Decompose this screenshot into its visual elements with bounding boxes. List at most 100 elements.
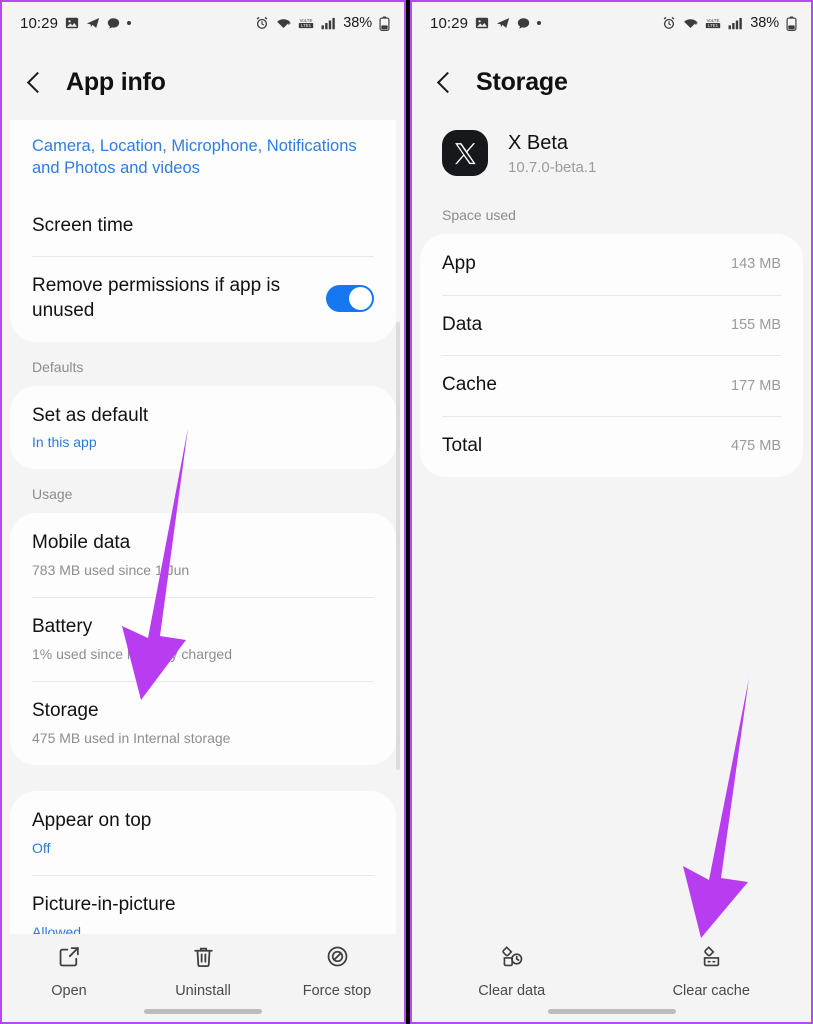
left-header: App info	[2, 44, 404, 120]
right-scroll-body: X Beta 10.7.0-beta.1 Space used App 143 …	[412, 120, 811, 1022]
signal-icon	[321, 17, 336, 30]
space-used-card: App 143 MB Data 155 MB Cache 177 MB Tota…	[420, 234, 803, 477]
nav-pill	[547, 1009, 676, 1014]
volte-icon: VoLTE LTE1	[298, 16, 314, 30]
clear-cache-icon	[699, 944, 724, 974]
action-force-stop[interactable]: Force stop	[277, 944, 397, 999]
storage-panel: 10:29 VoLTE LTE1 38% Storage X Beta 10.7…	[410, 0, 813, 1024]
alarm-icon	[255, 16, 269, 30]
app-version: 10.7.0-beta.1	[508, 158, 597, 176]
row-title: Mobile data	[32, 532, 131, 554]
row-value: 155 MB	[731, 317, 781, 334]
row-label: Total	[442, 435, 483, 457]
row-title: Appear on top	[32, 810, 152, 832]
row-app: App 143 MB	[442, 234, 781, 295]
row-title: Battery	[32, 616, 93, 638]
back-icon[interactable]	[24, 71, 46, 93]
row-value: 177 MB	[731, 377, 781, 394]
battery-percent: 38%	[750, 15, 779, 31]
nav-pill	[144, 1009, 262, 1014]
svg-text:LTE1: LTE1	[301, 23, 312, 28]
clear-data-icon	[499, 944, 524, 974]
row-title: Set as default	[32, 404, 149, 426]
row-label: Cache	[442, 374, 497, 396]
row-mobile-data[interactable]: Mobile data 783 MB used since 1 Jun	[32, 513, 374, 597]
card-gap	[2, 765, 404, 791]
row-value: 475 MB	[731, 438, 781, 455]
action-uninstall[interactable]: Uninstall	[143, 944, 263, 999]
scrollbar[interactable]	[396, 322, 400, 770]
telegram-icon	[496, 16, 510, 30]
row-battery[interactable]: Battery 1% used since last fully charged	[32, 597, 374, 681]
chat-bubble-icon	[107, 17, 120, 30]
wifi-icon	[276, 17, 291, 30]
usage-card: Mobile data 783 MB used since 1 Jun Batt…	[10, 513, 396, 766]
row-screen-time[interactable]: Screen time	[32, 196, 374, 257]
row-sub: In this app	[32, 434, 97, 451]
image-icon	[65, 16, 79, 30]
battery-icon	[786, 15, 797, 31]
svg-text:VoLTE: VoLTE	[707, 18, 720, 23]
permissions-card: Camera, Location, Microphone, Notificati…	[10, 120, 396, 342]
defaults-card: Set as default In this app	[10, 385, 396, 470]
page-title: App info	[66, 67, 166, 96]
row-title: Screen time	[32, 214, 134, 236]
alarm-icon	[662, 16, 676, 30]
action-open[interactable]: Open	[9, 944, 129, 999]
row-total: Total 475 MB	[442, 416, 781, 477]
left-scroll-body[interactable]: Camera, Location, Microphone, Notificati…	[2, 120, 404, 1022]
screenshot-stage: 10:29 VoLTE LTE1 38% App info Camera, Lo…	[0, 0, 813, 1024]
x-app-icon	[442, 130, 488, 176]
right-header: Storage	[412, 44, 811, 120]
row-sub: 1% used since last fully charged	[32, 646, 232, 663]
status-time: 10:29	[20, 14, 59, 32]
svg-text:VoLTE: VoLTE	[300, 18, 313, 23]
row-value: 143 MB	[731, 256, 781, 273]
back-icon[interactable]	[434, 71, 456, 93]
image-icon	[475, 16, 489, 30]
row-data: Data 155 MB	[442, 294, 781, 356]
signal-icon	[728, 17, 743, 30]
row-label: Data	[442, 313, 483, 335]
force-stop-icon	[325, 944, 350, 974]
battery-icon	[379, 15, 390, 31]
dot-icon	[127, 21, 132, 25]
dot-icon	[537, 21, 542, 25]
row-label: App	[442, 253, 476, 274]
row-set-as-default[interactable]: Set as default In this app	[32, 386, 374, 470]
trash-icon	[191, 944, 216, 974]
action-clear-data[interactable]: Clear data	[452, 944, 572, 999]
action-clear-cache[interactable]: Clear cache	[651, 944, 771, 999]
remove-permissions-toggle[interactable]	[326, 285, 374, 313]
row-remove-permissions[interactable]: Remove permissions if app is unused	[32, 256, 374, 341]
row-sub: 475 MB used in Internal storage	[32, 729, 231, 746]
section-label-defaults: Defaults	[32, 358, 84, 375]
row-cache: Cache 177 MB	[442, 355, 781, 416]
row-title: Remove permissions if app is unused	[32, 275, 281, 321]
row-appear-on-top[interactable]: Appear on top Off	[32, 791, 374, 875]
wifi-icon	[683, 17, 698, 30]
row-sub: Off	[32, 839, 51, 856]
section-label-usage: Usage	[32, 486, 73, 503]
action-label: Uninstall	[175, 983, 231, 999]
open-external-icon	[57, 944, 82, 974]
app-name: X Beta	[508, 131, 569, 154]
action-label: Clear cache	[672, 983, 750, 999]
battery-percent: 38%	[343, 15, 372, 31]
row-sub: 783 MB used since 1 Jun	[32, 562, 190, 579]
app-identity: X Beta 10.7.0-beta.1	[412, 120, 811, 176]
status-bar-left: 10:29 VoLTE LTE1 38%	[2, 2, 404, 44]
row-title: Storage	[32, 700, 99, 722]
permissions-link[interactable]: Camera, Location, Microphone, Notificati…	[32, 120, 374, 196]
action-label: Open	[51, 983, 87, 999]
telegram-icon	[86, 16, 100, 30]
volte-icon: VoLTE LTE1	[705, 16, 721, 30]
action-label: Force stop	[302, 983, 372, 999]
status-time: 10:29	[430, 14, 469, 32]
page-title: Storage	[476, 67, 568, 96]
svg-text:LTE1: LTE1	[708, 23, 719, 28]
chat-bubble-icon	[517, 17, 530, 30]
row-storage[interactable]: Storage 475 MB used in Internal storage	[32, 681, 374, 765]
action-label: Clear data	[478, 983, 546, 999]
section-label-space-used: Space used	[442, 207, 516, 223]
